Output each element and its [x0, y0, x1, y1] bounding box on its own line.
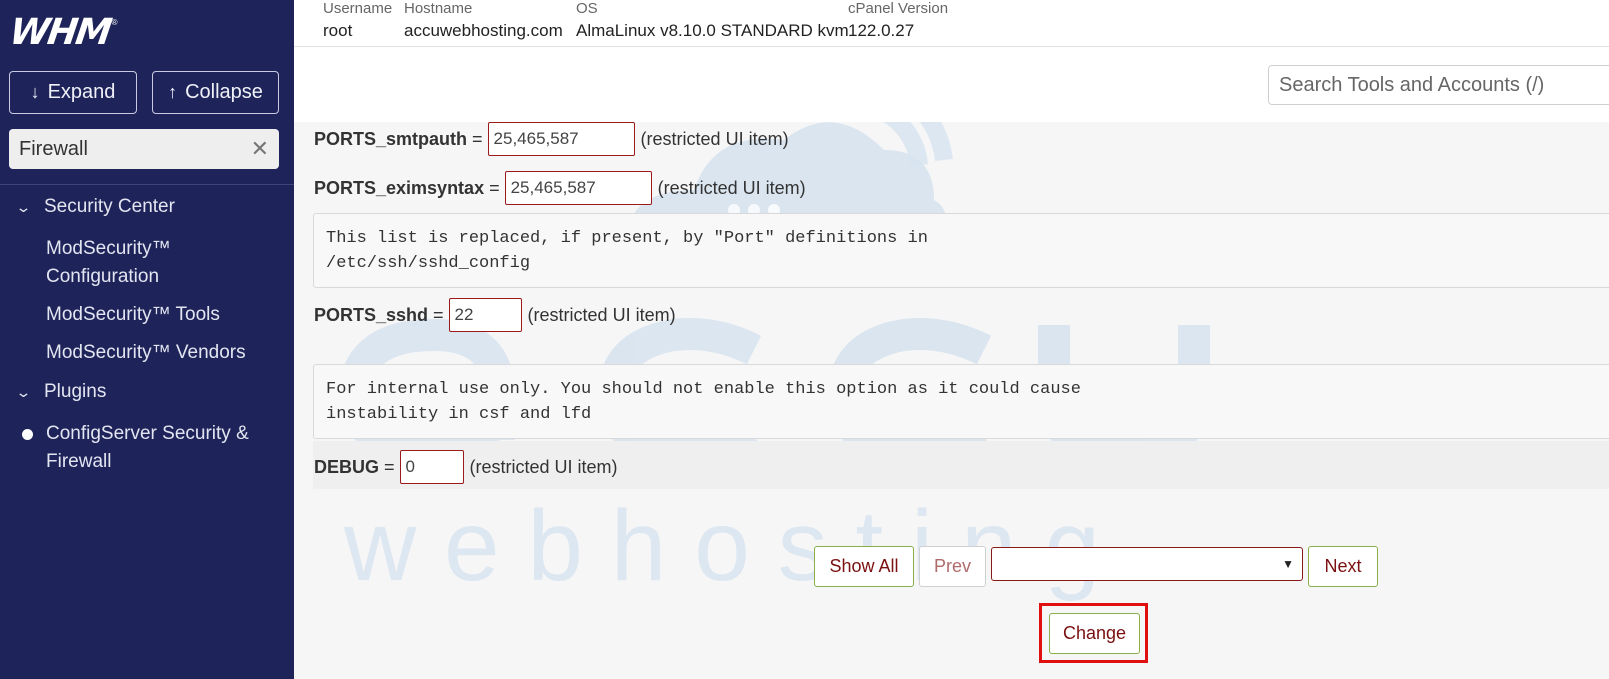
equals-sign: = [489, 177, 500, 198]
debug-comment: For internal use only. You should not en… [313, 364, 1609, 439]
sidebar-divider [0, 184, 294, 185]
active-item-dot-icon [22, 429, 33, 440]
restricted-note: (restricted UI item) [469, 456, 618, 477]
restricted-note: (restricted UI item) [640, 128, 789, 149]
sidebar-filter-input[interactable]: Firewall ✕ [9, 129, 279, 169]
sidebar: WHM ® ↓ Expand ↑ Collapse Firewall ✕ ⌄ S… [0, 0, 294, 679]
os-label: OS [576, 0, 598, 17]
comment-line: This list is replaced, if present, by "P… [326, 229, 928, 248]
registered-mark: ® [111, 18, 118, 27]
sidebar-item-configserver-firewall[interactable]: ConfigServer Security & Firewall [46, 420, 266, 476]
hostname-label: Hostname [404, 0, 473, 17]
main-content: w e b h o s t i n g Username root Hostna… [294, 0, 1609, 679]
nav-category-security-center[interactable]: ⌄ Security Center [15, 196, 175, 218]
config-row-eximsyntax: PORTS_eximsyntax = 25,465,587 (restricte… [314, 171, 806, 205]
config-row-debug: DEBUG = 0 (restricted UI item) [314, 450, 618, 484]
prev-button[interactable]: Prev [919, 546, 986, 587]
username-info: Username root [323, 0, 392, 41]
search-area: Search Tools and Accounts (/) [294, 47, 1609, 122]
equals-sign: = [472, 128, 483, 149]
os-info: OS AlmaLinux v8.10.0 STANDARD kvm [576, 0, 849, 41]
hostname-value: accuwebhosting.com [404, 21, 563, 40]
arrow-up-icon: ↑ [168, 82, 178, 102]
comment-line: For internal use only. You should not en… [326, 380, 1081, 399]
smtpauth-input[interactable]: 25,465,587 [487, 122, 635, 156]
expand-button[interactable]: ↓ Expand [9, 71, 137, 114]
sidebar-item-modsecurity-tools[interactable]: ModSecurity™ Tools [46, 301, 266, 329]
config-key: DEBUG [314, 456, 380, 477]
sshd-comment: This list is replaced, if present, by "P… [313, 213, 1609, 288]
username-label: Username [323, 0, 393, 17]
chevron-down-icon: ⌄ [15, 383, 32, 400]
clear-icon[interactable]: ✕ [251, 136, 269, 162]
show-all-button[interactable]: Show All [814, 546, 914, 587]
change-button[interactable]: Change [1049, 613, 1140, 654]
search-tools-input[interactable]: Search Tools and Accounts (/) [1268, 65, 1609, 105]
collapse-button[interactable]: ↑ Collapse [152, 71, 279, 114]
arrow-down-icon: ↓ [30, 82, 40, 102]
chevron-down-icon: ⌄ [15, 198, 32, 215]
config-row-sshd: PORTS_sshd = 22 (restricted UI item) [314, 298, 676, 332]
restricted-note: (restricted UI item) [657, 177, 806, 198]
collapse-label: Collapse [185, 81, 263, 103]
nav-category-label: Security Center [44, 196, 175, 217]
cpanel-version-info: cPanel Version 122.0.27 [848, 0, 948, 41]
sshd-input[interactable]: 22 [448, 298, 522, 332]
sidebar-filter-value: Firewall [19, 137, 88, 160]
watermark-tagline: w e b h o s t i n g [343, 490, 1100, 602]
debug-input[interactable]: 0 [399, 450, 464, 484]
config-key: PORTS_eximsyntax [314, 177, 485, 198]
os-value: AlmaLinux v8.10.0 STANDARD kvm [576, 21, 849, 40]
equals-sign: = [384, 456, 395, 477]
whm-logo-text: WHM [7, 11, 113, 53]
hostname-info: Hostname accuwebhosting.com [404, 0, 563, 41]
server-info-bar: Username root Hostname accuwebhosting.co… [294, 0, 1609, 47]
chevron-down-icon: ▼ [1282, 557, 1294, 571]
restricted-note: (restricted UI item) [527, 304, 676, 325]
equals-sign: = [433, 304, 444, 325]
config-key: PORTS_smtpauth [314, 128, 468, 149]
config-row-smtpauth: PORTS_smtpauth = 25,465,587 (restricted … [314, 122, 789, 156]
eximsyntax-input[interactable]: 25,465,587 [504, 171, 652, 205]
cpanel-version-value: 122.0.27 [848, 21, 915, 40]
comment-line: instability in csf and lfd [326, 405, 592, 424]
nav-category-plugins[interactable]: ⌄ Plugins [15, 381, 107, 403]
sidebar-item-modsecurity-vendors[interactable]: ModSecurity™ Vendors [46, 339, 266, 367]
config-key: PORTS_sshd [314, 304, 429, 325]
section-select[interactable]: ▼ [991, 547, 1303, 581]
next-button[interactable]: Next [1308, 546, 1378, 587]
nav-category-label: Plugins [44, 381, 107, 402]
sidebar-item-modsecurity-configuration[interactable]: ModSecurity™ Configuration [46, 235, 266, 291]
cpanel-version-label: cPanel Version [848, 0, 949, 17]
username-value: root [323, 21, 353, 40]
comment-line: /etc/ssh/sshd_config [326, 254, 531, 273]
expand-label: Expand [47, 81, 116, 103]
whm-logo[interactable]: WHM ® [7, 11, 118, 53]
search-placeholder: Search Tools and Accounts (/) [1279, 73, 1545, 96]
